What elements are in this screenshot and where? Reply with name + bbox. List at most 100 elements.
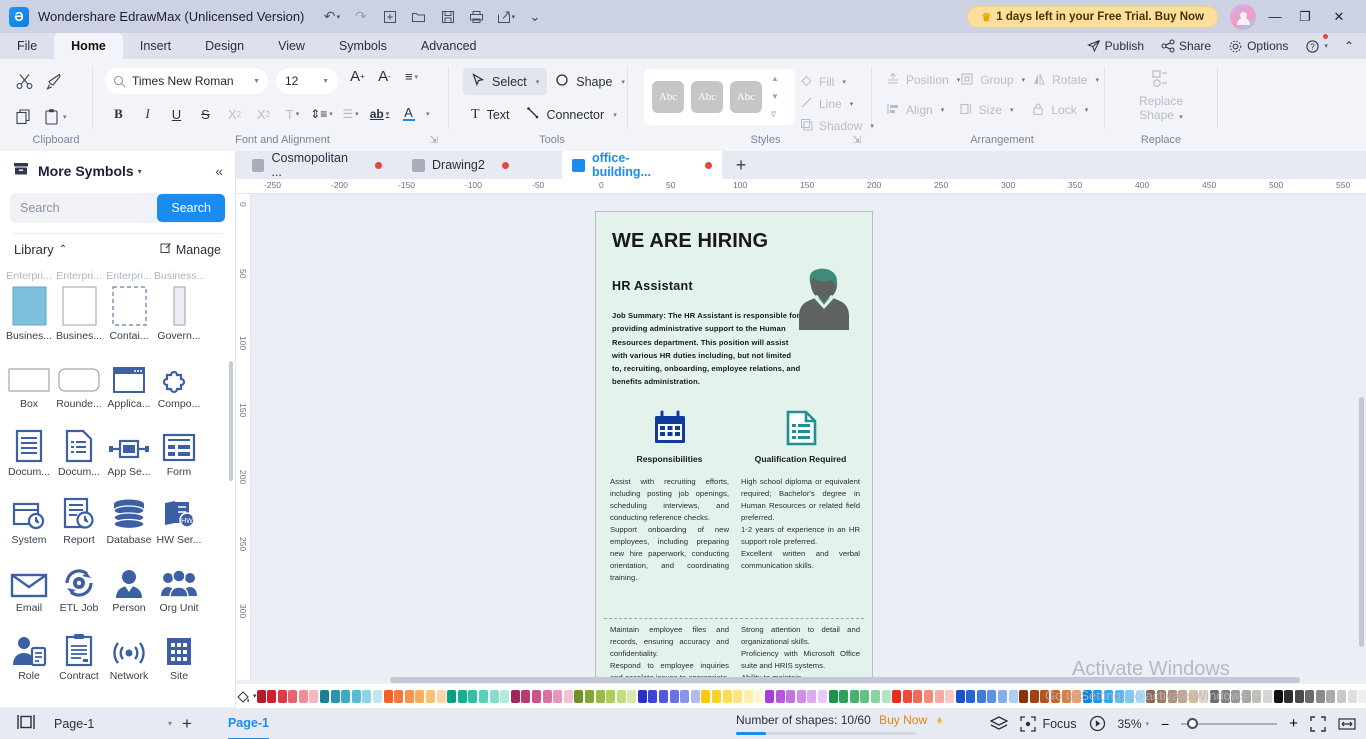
symbol-item-box[interactable]: Box (4, 349, 54, 410)
print-icon[interactable] (463, 5, 490, 29)
styles-dialog-launcher[interactable]: ⇲ (853, 135, 861, 146)
style-swatch[interactable]: Abc (691, 81, 723, 113)
symbol-item-email[interactable]: Email (4, 553, 54, 614)
chevron-down-icon[interactable]: ▾ (138, 167, 142, 176)
zoom-level[interactable]: 35% (1118, 717, 1142, 731)
color-swatch[interactable] (680, 689, 690, 703)
shape-tool-button[interactable]: Shape ▾ (547, 68, 633, 95)
expand-gallery-icon[interactable]: ⩢ (771, 110, 779, 120)
search-input[interactable] (20, 201, 135, 215)
strikethrough-button[interactable]: S (192, 101, 219, 127)
paste-icon[interactable]: ▾ (43, 108, 67, 126)
rotate-button[interactable]: Rotate ▾ (1032, 68, 1104, 92)
color-swatch[interactable] (415, 689, 425, 703)
color-swatch[interactable] (489, 689, 499, 703)
color-swatch[interactable] (701, 689, 711, 703)
symbol-item-person[interactable]: Person (104, 553, 154, 614)
color-swatch[interactable] (478, 689, 488, 703)
color-swatch[interactable] (976, 689, 986, 703)
chevron-down-icon[interactable]: ▾ (1146, 720, 1150, 728)
color-swatch[interactable] (542, 689, 552, 703)
share-button[interactable]: Share (1154, 35, 1218, 57)
options-button[interactable]: Options (1221, 35, 1295, 57)
color-swatch[interactable] (722, 689, 732, 703)
color-swatch[interactable] (351, 689, 361, 703)
color-swatch[interactable] (712, 689, 722, 703)
menu-item-advanced[interactable]: Advanced (404, 33, 494, 59)
color-swatch[interactable] (1019, 689, 1029, 703)
zoom-out-button[interactable]: − (1161, 716, 1169, 732)
underline-button[interactable]: U (163, 101, 190, 127)
line-button[interactable]: Line ▾ (800, 93, 874, 115)
color-swatch[interactable] (966, 689, 976, 703)
color-swatch[interactable] (563, 689, 573, 703)
symbol-item-site[interactable]: Site (154, 621, 204, 682)
color-swatch[interactable] (1315, 689, 1325, 703)
publish-button[interactable]: Publish (1080, 35, 1151, 57)
group-button[interactable]: Group ▾ (960, 68, 1032, 92)
color-swatch[interactable] (849, 689, 859, 703)
fill-button[interactable]: Fill ▾ (800, 71, 874, 93)
symbol-item-etl-job[interactable]: ETL Job (54, 553, 104, 614)
color-swatch[interactable] (1326, 689, 1336, 703)
fit-page-icon[interactable] (1310, 715, 1326, 732)
page-tab-page-1[interactable]: Page-1 (227, 716, 269, 739)
symbol-item-business-outline[interactable]: Busines... (54, 281, 104, 342)
color-swatch[interactable] (913, 689, 923, 703)
tab-office-building[interactable]: office-building... (562, 151, 722, 179)
chevron-up-icon[interactable]: ⌃ (59, 244, 67, 255)
color-swatch[interactable] (404, 689, 414, 703)
drawing-canvas[interactable]: WE ARE HIRING HR Assistant Job Summary: … (251, 194, 1366, 680)
color-swatch[interactable] (669, 689, 679, 703)
trial-banner-button[interactable]: ♛ 1 days left in your Free Trial. Buy No… (967, 6, 1218, 28)
menu-item-insert[interactable]: Insert (123, 33, 188, 59)
color-swatch[interactable] (987, 689, 997, 703)
column-body-bottom[interactable]: Maintain employee files and records, ens… (610, 624, 729, 680)
minimize-button[interactable]: — (1260, 0, 1290, 33)
focus-button[interactable]: Focus (1020, 715, 1077, 732)
page-select[interactable]: Page-1 ▾ (54, 717, 172, 731)
help-button[interactable]: ? ▾ (1298, 34, 1335, 57)
buy-now-link[interactable]: Buy Now (879, 713, 927, 727)
tab-cosmopolitan[interactable]: Cosmopolitan ... (242, 151, 392, 179)
font-color-button[interactable]: A (395, 101, 422, 127)
color-swatch[interactable] (743, 689, 753, 703)
color-swatch[interactable] (1252, 689, 1262, 703)
color-swatch[interactable] (648, 689, 658, 703)
color-swatch[interactable] (362, 689, 372, 703)
color-swatch[interactable] (955, 689, 965, 703)
symbol-item-business-filled[interactable]: Busines... (4, 281, 54, 342)
italic-button[interactable]: I (134, 101, 161, 127)
color-swatch[interactable] (595, 689, 605, 703)
select-tool-button[interactable]: Select ▾ (463, 68, 548, 95)
presentation-play-icon[interactable] (1089, 715, 1106, 732)
bullets-button[interactable]: ☰ ▾ (337, 101, 364, 127)
avatar[interactable] (1230, 4, 1256, 30)
symbol-item-database[interactable]: Database (104, 485, 154, 546)
column-body-top[interactable]: High school diploma or equivalent requir… (741, 476, 860, 572)
fit-width-icon[interactable] (1338, 716, 1356, 732)
symbol-item-hw-server[interactable]: HW HW Ser... (154, 485, 204, 546)
symbol-item-rounded[interactable]: Rounde... (54, 349, 104, 410)
column-title[interactable]: Responsibilities (610, 454, 729, 464)
more-options-icon[interactable]: ⌄ (521, 5, 548, 29)
paragraph-align-button[interactable]: ≡ ▾ (398, 64, 425, 90)
color-swatch[interactable] (637, 689, 647, 703)
lock-button[interactable]: Lock ▾ (1031, 98, 1104, 122)
symbol-item-component[interactable]: Compo... (154, 349, 204, 410)
color-swatch[interactable] (796, 689, 806, 703)
format-painter-icon[interactable] (44, 72, 63, 91)
bold-button[interactable]: B (105, 101, 132, 127)
color-swatch[interactable] (521, 689, 531, 703)
color-swatch[interactable] (1305, 689, 1315, 703)
color-swatch[interactable] (1029, 689, 1039, 703)
symbol-item-document-list[interactable]: Docum... (54, 417, 104, 478)
color-swatch[interactable] (510, 689, 520, 703)
collapse-ribbon-button[interactable]: ⌃ (1338, 35, 1360, 57)
document-page[interactable]: WE ARE HIRING HR Assistant Job Summary: … (595, 211, 873, 680)
style-gallery-scroll[interactable]: ▲ ▼ ⩢ (771, 74, 779, 120)
column-body-top[interactable]: Assist with recruiting efforts, includin… (610, 476, 729, 583)
cut-icon[interactable] (15, 72, 34, 91)
tab-drawing2[interactable]: Drawing2 (402, 151, 552, 179)
font-dialog-launcher[interactable]: ⇲ (430, 135, 438, 146)
